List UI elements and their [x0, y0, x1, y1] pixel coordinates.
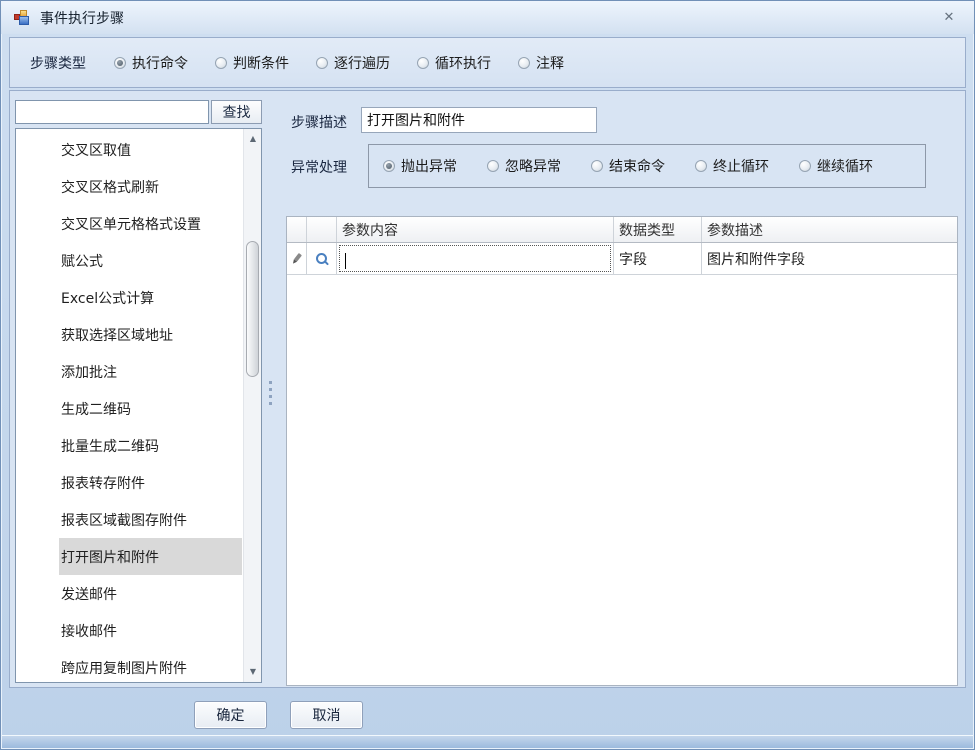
app-icon-blue-square	[19, 15, 29, 25]
text-caret	[345, 253, 346, 269]
search-input[interactable]	[15, 100, 209, 124]
radio-label: 忽略异常	[505, 159, 561, 175]
app-icon	[14, 9, 32, 26]
exception-radio-group: 抛出异常 忽略异常 结束命令 终止循环 继续循环	[368, 144, 926, 188]
list-item[interactable]: 报表转存附件	[59, 464, 242, 501]
command-list: 交叉区取值 交叉区格式刷新 交叉区单元格格式设置 赋公式 Excel公式计算 获…	[15, 128, 262, 683]
list-item[interactable]: 报表区域截图存附件	[59, 501, 242, 538]
radio-step-type-judge-condition[interactable]: 判断条件	[215, 53, 289, 73]
step-desc-input[interactable]	[361, 107, 597, 133]
radio-icon	[215, 56, 227, 69]
radio-step-type-row-traverse[interactable]: 逐行遍历	[316, 53, 390, 73]
data-type-cell[interactable]: 字段	[614, 243, 702, 274]
param-content-editbox[interactable]	[339, 245, 611, 272]
list-item[interactable]: 交叉区取值	[59, 131, 242, 168]
radio-label: 循环执行	[435, 55, 491, 72]
command-list-items: 交叉区取值 交叉区格式刷新 交叉区单元格格式设置 赋公式 Excel公式计算 获…	[16, 131, 242, 682]
param-desc-cell[interactable]: 图片和附件字段	[702, 243, 957, 274]
header-param-desc: 参数描述	[707, 222, 763, 239]
find-button[interactable]: 查找	[211, 100, 262, 124]
row-edit-indicator	[287, 243, 307, 274]
window-bottom-frame	[2, 735, 973, 748]
radio-label: 注释	[536, 55, 564, 72]
table-row: 字段 图片和附件字段	[287, 243, 957, 275]
list-item[interactable]: 交叉区格式刷新	[59, 168, 242, 205]
radio-exception-end-command[interactable]: 结束命令	[591, 156, 665, 176]
step-type-radio-group: 执行命令 判断条件 逐行遍历 循环执行 注释	[114, 53, 564, 73]
list-item[interactable]: 交叉区单元格格式设置	[59, 205, 242, 242]
radio-icon	[316, 56, 328, 69]
header-param-content: 参数内容	[337, 217, 614, 242]
radio-exception-ignore[interactable]: 忽略异常	[487, 156, 561, 176]
scrollbar-thumb[interactable]	[246, 241, 259, 377]
step-desc-label: 步骤描述	[291, 115, 347, 131]
scrollbar-down-icon[interactable]: ▼	[244, 664, 261, 680]
radio-label: 逐行遍历	[334, 55, 390, 72]
pencil-icon	[290, 252, 302, 265]
footer-bar: 确定 取消	[9, 689, 966, 734]
params-table-header: 参数内容 数据类型 参数描述	[287, 217, 957, 243]
magnifier-icon	[315, 252, 329, 266]
list-item[interactable]: 接收邮件	[59, 612, 242, 649]
param-content-cell[interactable]	[337, 243, 614, 274]
radio-icon	[799, 160, 811, 172]
radio-icon	[114, 56, 126, 69]
radio-icon	[518, 56, 530, 69]
list-item[interactable]: 赋公式	[59, 242, 242, 279]
step-type-panel: 步骤类型 执行命令 判断条件 逐行遍历 循环执行 注释	[9, 37, 966, 88]
radio-exception-throw[interactable]: 抛出异常	[383, 156, 457, 176]
step-type-label: 步骤类型	[30, 55, 86, 72]
main-panel: 查找 交叉区取值 交叉区格式刷新 交叉区单元格格式设置 赋公式 Excel公式计…	[9, 90, 966, 688]
row-lookup-cell[interactable]	[307, 243, 337, 274]
list-item[interactable]: 添加批注	[59, 353, 242, 390]
cancel-button[interactable]: 取消	[290, 701, 363, 729]
header-lookup	[307, 217, 337, 242]
ok-button[interactable]: 确定	[194, 701, 267, 729]
splitter-grip-icon	[269, 381, 272, 405]
radio-icon	[417, 56, 429, 69]
radio-exception-continue-loop[interactable]: 继续循环	[799, 156, 873, 176]
exception-label: 异常处理	[291, 160, 347, 176]
radio-exception-stop-loop[interactable]: 终止循环	[695, 156, 769, 176]
radio-icon	[695, 160, 707, 172]
params-table: 参数内容 数据类型 参数描述 字段 图片和附件字段	[286, 216, 958, 686]
radio-step-type-comment[interactable]: 注释	[518, 53, 564, 73]
list-item[interactable]: 跨应用复制图片附件	[59, 649, 242, 682]
header-data-type: 数据类型	[614, 217, 702, 242]
radio-label: 结束命令	[609, 159, 665, 175]
title-bar: 事件执行步骤 ✕	[1, 1, 974, 34]
radio-icon	[591, 160, 603, 172]
radio-step-type-execute-command[interactable]: 执行命令	[114, 53, 188, 73]
radio-label: 抛出异常	[401, 159, 457, 175]
window-title: 事件执行步骤	[40, 10, 124, 27]
scrollbar-up-icon[interactable]: ▲	[244, 131, 261, 147]
list-item[interactable]: 批量生成二维码	[59, 427, 242, 464]
list-item[interactable]: 生成二维码	[59, 390, 242, 427]
dialog-window: 事件执行步骤 ✕ 步骤类型 执行命令 判断条件 逐行遍历 循环执行 注释 查找 …	[0, 0, 975, 750]
header-row-indicator	[287, 217, 307, 242]
radio-label: 终止循环	[713, 159, 769, 175]
list-item-selected[interactable]: 打开图片和附件	[59, 538, 242, 575]
close-icon[interactable]: ✕	[940, 9, 958, 27]
radio-icon	[487, 160, 499, 172]
list-item[interactable]: Excel公式计算	[59, 279, 242, 316]
radio-label: 执行命令	[132, 55, 188, 72]
list-item[interactable]: 发送邮件	[59, 575, 242, 612]
radio-icon	[383, 160, 395, 172]
panel-splitter[interactable]	[264, 91, 278, 687]
radio-step-type-loop-execute[interactable]: 循环执行	[417, 53, 491, 73]
radio-label: 判断条件	[233, 55, 289, 72]
list-scrollbar[interactable]: ▲ ▼	[243, 129, 261, 682]
radio-label: 继续循环	[817, 159, 873, 175]
list-item[interactable]: 获取选择区域地址	[59, 316, 242, 353]
